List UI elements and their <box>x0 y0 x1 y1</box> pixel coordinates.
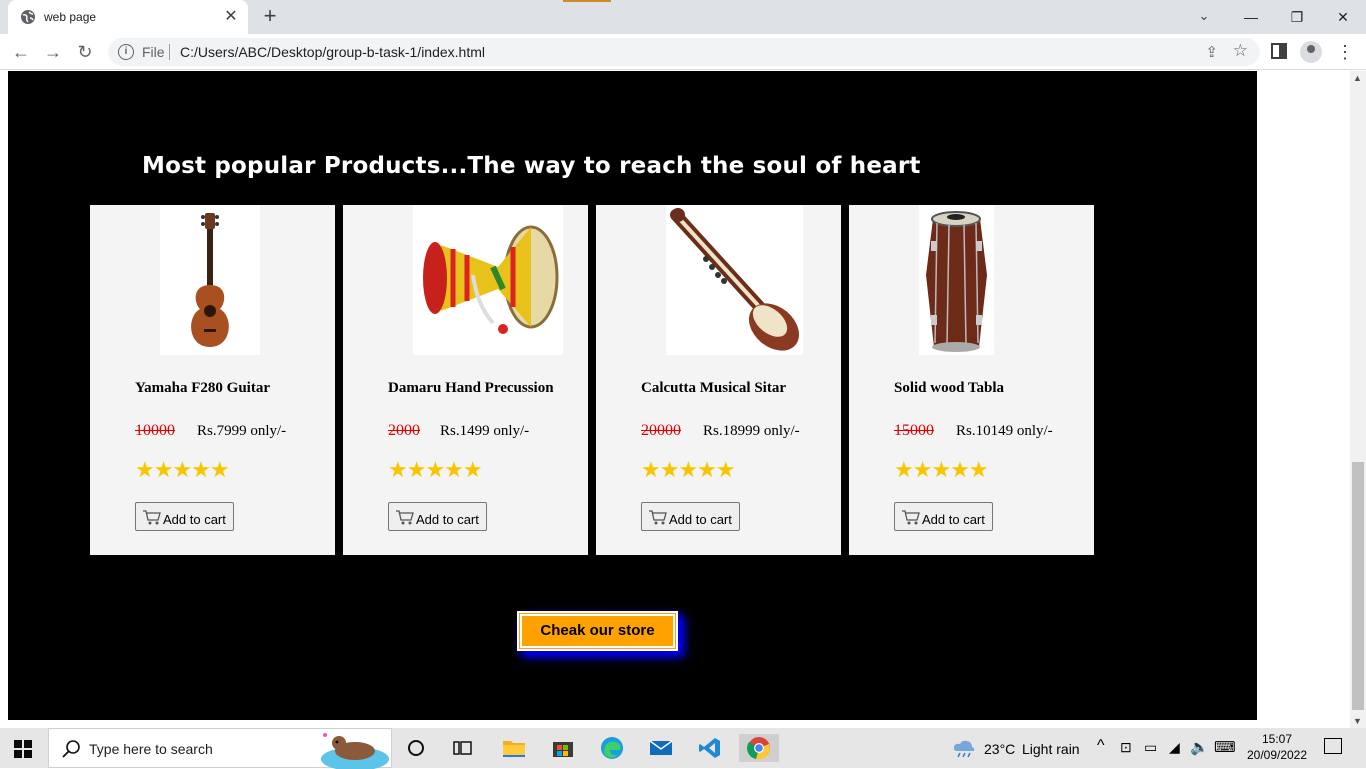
tab-strip: web page ✕ + ⌄ — ❐ ✕ <box>0 0 1366 34</box>
product-new-price: Rs.18999 only/- <box>703 423 800 439</box>
cart-icon <box>395 509 415 527</box>
address-bar[interactable]: i File C:/Users/ABC/Desktop/group-b-task… <box>108 38 1260 66</box>
check-store-button[interactable]: Cheak our store <box>519 613 676 649</box>
scheme-label: File <box>142 44 165 60</box>
clock-date: 20/09/2022 <box>1246 748 1308 762</box>
product-new-price: Rs.1499 only/- <box>440 423 530 439</box>
cart-icon <box>901 509 921 527</box>
meet-now-icon[interactable]: ⊡ <box>1120 739 1132 756</box>
profile-avatar-icon[interactable] <box>1300 41 1322 63</box>
page-viewport: Most popular Products...The way to reach… <box>0 71 1350 728</box>
address-separator <box>169 44 170 60</box>
taskbar-clock[interactable]: 15:07 20/09/2022 <box>1244 731 1310 763</box>
keyboard-icon[interactable]: ⌨ <box>1214 738 1236 756</box>
rating-stars: ★★★★★ <box>894 457 989 482</box>
microsoft-store-icon[interactable] <box>543 734 583 762</box>
products-section: Most popular Products...The way to reach… <box>8 71 1257 720</box>
tab-strip-highlight <box>563 0 611 2</box>
new-tab-button[interactable]: + <box>258 5 282 28</box>
search-icon <box>62 740 80 758</box>
store-button-frame: Cheak our store <box>517 611 678 651</box>
section-title: Most popular Products...The way to reach… <box>142 153 921 179</box>
scroll-up-arrow-icon[interactable]: ▲ <box>1353 73 1362 83</box>
bookmark-star-icon[interactable]: ☆ <box>1233 41 1248 61</box>
product-old-price: 15000 <box>894 422 934 439</box>
product-name: Solid wood Tabla <box>894 380 1005 396</box>
tab-search-chevron-icon[interactable]: ⌄ <box>1194 8 1214 26</box>
product-card: Yamaha F280 Guitar 10000 Rs.7999 only/- … <box>90 205 335 555</box>
edge-icon[interactable] <box>592 734 632 762</box>
product-old-price: 10000 <box>135 422 175 439</box>
tab-close-icon[interactable]: ✕ <box>222 8 240 26</box>
cart-icon <box>142 509 162 527</box>
rating-stars: ★★★★★ <box>641 457 736 482</box>
clock-time: 15:07 <box>1261 732 1293 746</box>
taskbar-search-box[interactable]: Type here to search <box>48 728 392 769</box>
info-icon[interactable]: i <box>118 44 134 60</box>
scrollbar-thumb[interactable] <box>1352 462 1364 710</box>
product-card: Damaru Hand Precussion 2000 Rs.1499 only… <box>343 205 588 555</box>
close-window-button[interactable]: ✕ <box>1320 4 1366 30</box>
kebab-menu-icon[interactable]: ⋮ <box>1336 39 1354 65</box>
file-explorer-icon[interactable] <box>494 734 534 762</box>
mail-icon[interactable] <box>641 734 681 762</box>
product-name: Damaru Hand Precussion <box>388 380 554 396</box>
battery-icon[interactable]: ▭ <box>1144 739 1157 756</box>
tabla-drum-image <box>919 205 994 355</box>
add-to-cart-button[interactable]: Add to cart <box>894 502 993 531</box>
url-text[interactable]: C:/Users/ABC/Desktop/group-b-task-1/inde… <box>180 44 485 60</box>
product-new-price: Rs.10149 only/- <box>956 423 1053 439</box>
chrome-icon[interactable] <box>739 734 779 762</box>
share-icon[interactable]: ⇪ <box>1205 43 1218 61</box>
tab-web-page[interactable]: web page ✕ <box>8 0 248 34</box>
cortana-icon[interactable] <box>396 734 436 762</box>
show-hidden-chevron-icon[interactable]: ^ <box>1097 737 1105 755</box>
ukulele-image <box>160 205 260 355</box>
product-name: Calcutta Musical Sitar <box>641 380 786 396</box>
volume-icon[interactable]: 🔈 <box>1190 738 1209 756</box>
forward-arrow-icon[interactable]: → <box>40 39 66 65</box>
search-placeholder: Type here to search <box>89 741 213 757</box>
product-new-price: Rs.7999 only/- <box>197 423 287 439</box>
cloud-rain-icon[interactable] <box>952 739 976 759</box>
add-to-cart-label: Add to cart <box>163 512 226 527</box>
add-to-cart-button[interactable]: Add to cart <box>135 502 234 531</box>
network-icon[interactable]: ◢ <box>1169 739 1180 756</box>
damaru-drum-image <box>413 205 563 355</box>
add-to-cart-button[interactable]: Add to cart <box>641 502 740 531</box>
reload-icon[interactable]: ↻ <box>72 39 98 65</box>
rating-stars: ★★★★★ <box>388 457 483 482</box>
scroll-down-arrow-icon[interactable]: ▼ <box>1353 716 1362 726</box>
windows-taskbar: Type here to search 23°C Light rain ^ ⊡ <box>0 728 1366 769</box>
product-card: Calcutta Musical Sitar 20000 Rs.18999 on… <box>596 205 841 555</box>
vscode-icon[interactable] <box>690 734 730 762</box>
add-to-cart-label: Add to cart <box>669 512 732 527</box>
vertical-scrollbar[interactable]: ▲ ▼ <box>1350 71 1366 728</box>
weather-description[interactable]: Light rain <box>1022 741 1080 757</box>
windows-start-icon[interactable] <box>14 740 32 758</box>
globe-icon <box>21 10 35 24</box>
minimize-button[interactable]: — <box>1228 4 1274 30</box>
tab-title: web page <box>44 10 97 24</box>
add-to-cart-button[interactable]: Add to cart <box>388 502 487 531</box>
browser-toolbar: ← → ↻ i File C:/Users/ABC/Desktop/group-… <box>0 34 1366 70</box>
add-to-cart-label: Add to cart <box>416 512 479 527</box>
product-old-price: 20000 <box>641 422 681 439</box>
back-arrow-icon[interactable]: ← <box>8 39 34 65</box>
side-panel-icon[interactable] <box>1271 43 1287 59</box>
notification-icon[interactable] <box>1324 738 1342 754</box>
product-name: Yamaha F280 Guitar <box>135 380 270 396</box>
search-highlight-otter-icon <box>321 733 389 769</box>
weather-temperature[interactable]: 23°C <box>984 741 1015 757</box>
task-view-icon[interactable] <box>443 734 483 762</box>
rating-stars: ★★★★★ <box>135 457 230 482</box>
sitar-image <box>666 205 803 355</box>
cart-icon <box>648 509 668 527</box>
product-old-price: 2000 <box>388 422 420 439</box>
product-card: Solid wood Tabla 15000 Rs.10149 only/- ★… <box>849 205 1094 555</box>
add-to-cart-label: Add to cart <box>922 512 985 527</box>
restore-button[interactable]: ❐ <box>1274 4 1320 30</box>
